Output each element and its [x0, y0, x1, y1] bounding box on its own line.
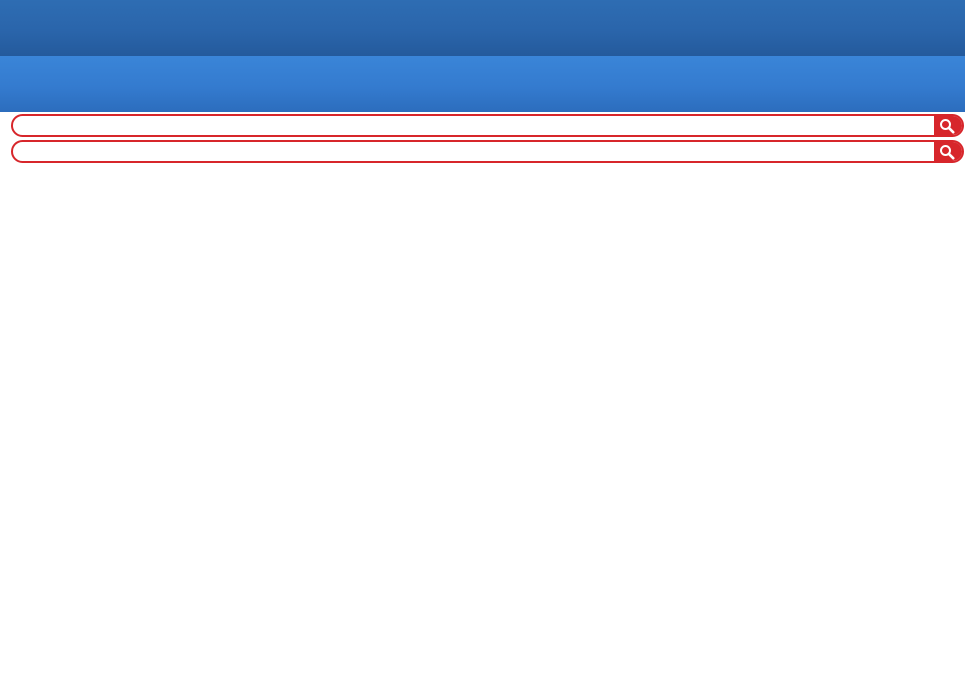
sub-header-bar [0, 56, 965, 112]
search-icon [940, 119, 955, 134]
search-input-1[interactable] [13, 116, 935, 135]
search-box-1 [11, 114, 964, 137]
search-button-2[interactable] [934, 142, 962, 161]
search-icon [940, 145, 955, 160]
top-header-bar [0, 0, 965, 56]
search-input-2[interactable] [13, 142, 935, 161]
search-box-2 [11, 140, 964, 163]
search-button-1[interactable] [934, 116, 962, 135]
